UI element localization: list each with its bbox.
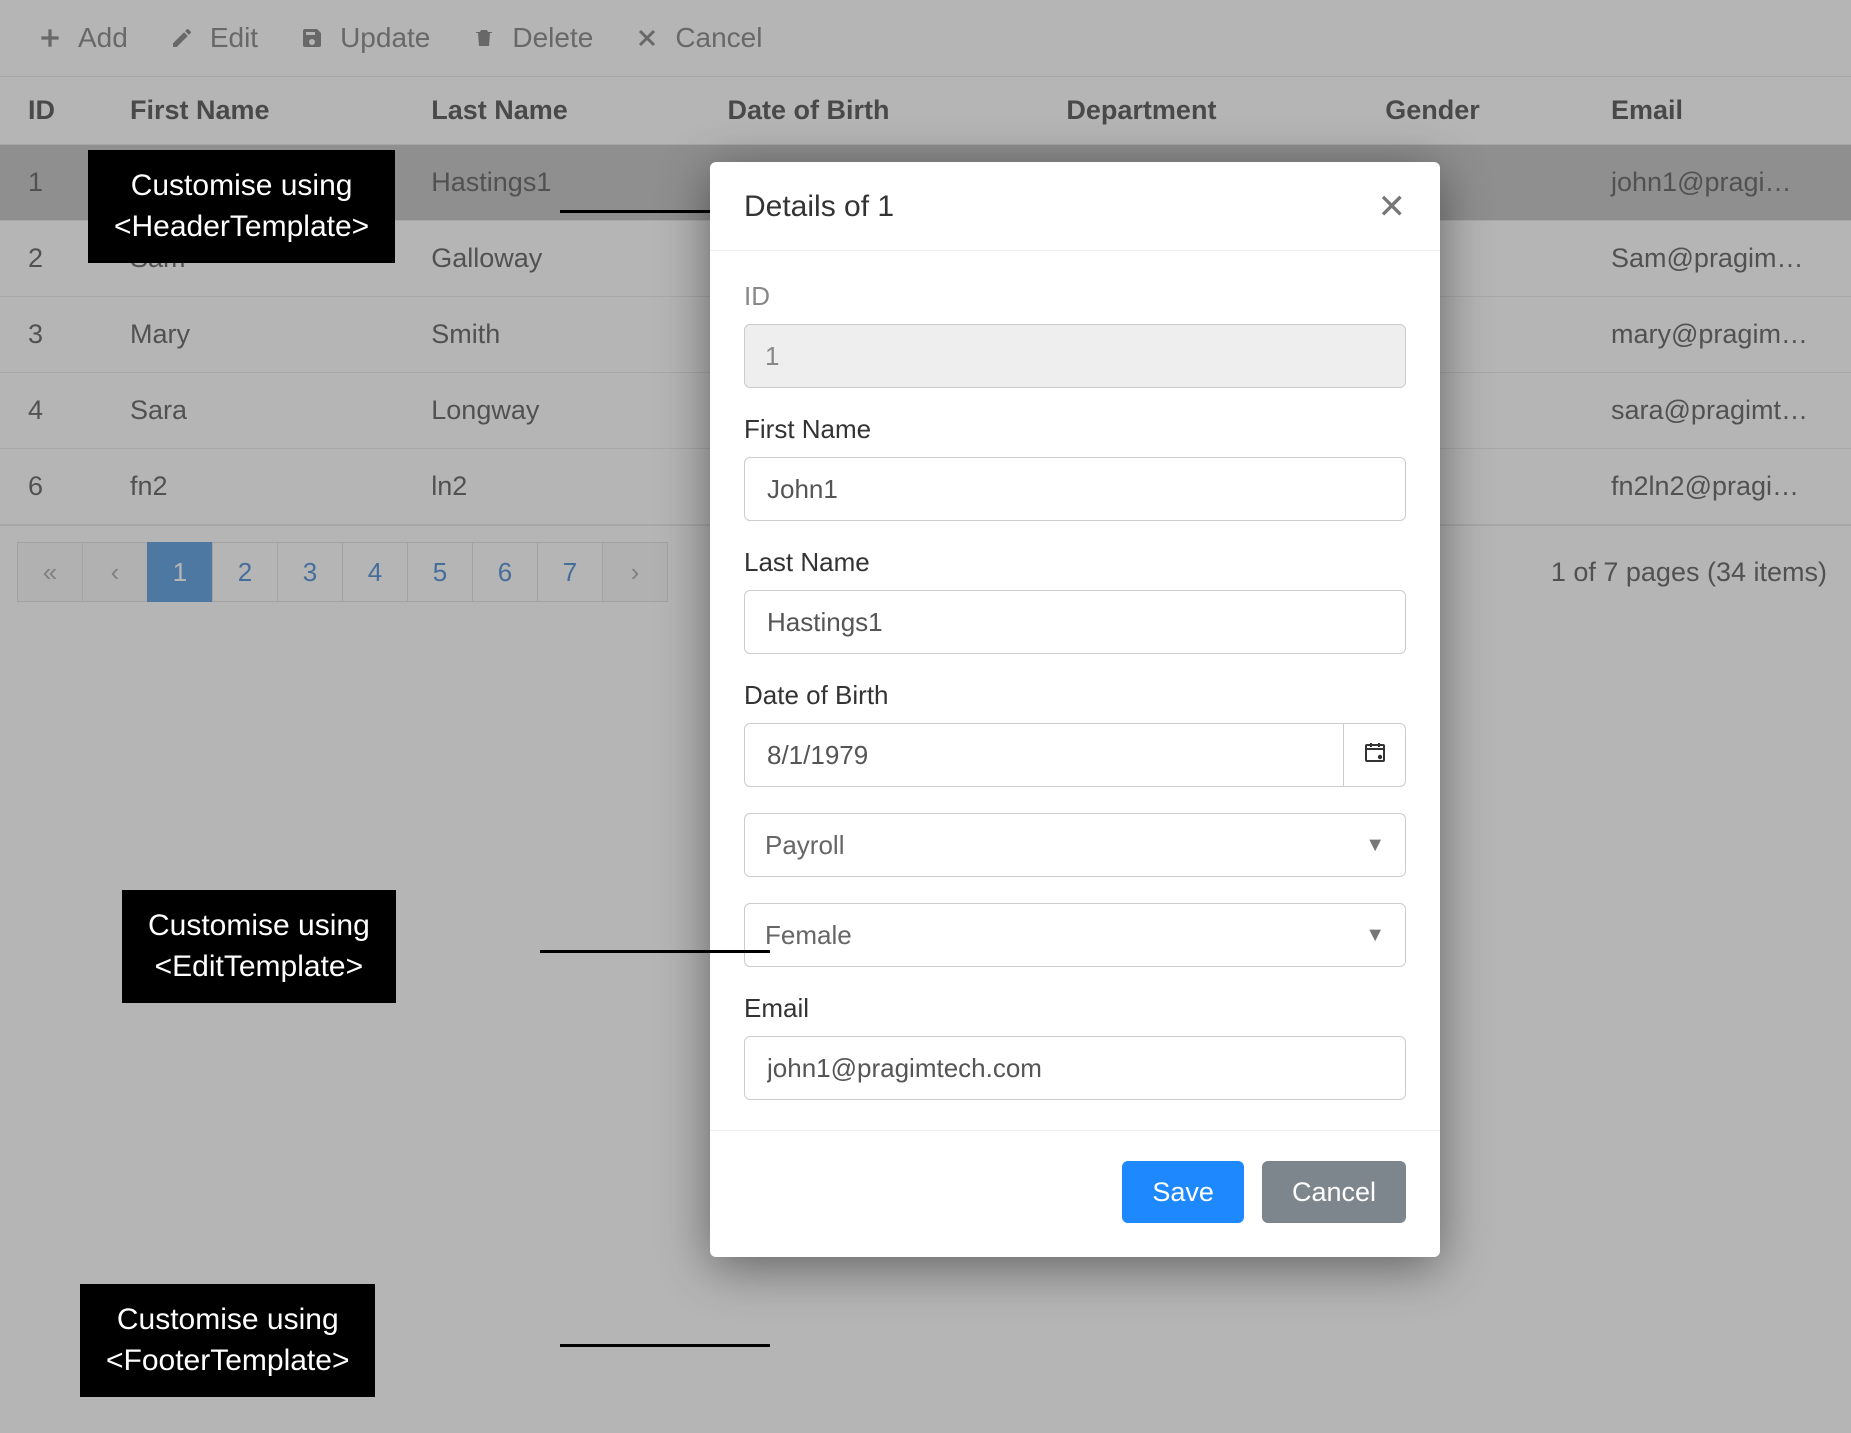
toolbar: Add Edit Update Delete Cancel [0, 0, 1851, 77]
annotation-header: Customise using <HeaderTemplate> [88, 150, 395, 263]
select-department[interactable]: Payroll ▼ [744, 813, 1406, 877]
input-email[interactable] [744, 1036, 1406, 1100]
header-row: ID First Name Last Name Date of Birth De… [0, 77, 1851, 145]
col-firstname[interactable]: First Name [110, 77, 411, 145]
dialog-body: ID 1 First Name Last Name Date of Birth … [710, 251, 1440, 1131]
dialog-header: Details of 1 ✕ [710, 162, 1440, 251]
x-icon [633, 24, 661, 52]
label-dob: Date of Birth [744, 680, 1406, 711]
input-id: 1 [744, 324, 1406, 388]
annotation-footer: Customise using <FooterTemplate> [80, 1284, 375, 1397]
chevron-down-icon: ▼ [1365, 834, 1385, 857]
cell-last: Smith [411, 297, 707, 373]
pencil-icon [168, 24, 196, 52]
dialog-footer: Save Cancel [710, 1131, 1440, 1257]
annotation-header-line [560, 210, 710, 213]
add-label: Add [78, 22, 128, 54]
cell-id: 3 [0, 297, 110, 373]
calendar-button[interactable] [1344, 723, 1406, 787]
label-email: Email [744, 993, 1406, 1024]
cell-email: Sam@pragim… [1591, 221, 1851, 297]
cancel-button[interactable]: Cancel [633, 22, 762, 54]
field-email: Email [744, 993, 1406, 1100]
annotation-edit: Customise using <EditTemplate> [122, 890, 396, 1003]
pager-page-4[interactable]: 4 [342, 542, 408, 602]
select-gender[interactable]: Female ▼ [744, 903, 1406, 967]
cell-first: Mary [110, 297, 411, 373]
cell-id: 4 [0, 373, 110, 449]
pager: « ‹ 1234567 › [18, 542, 668, 602]
annotation-footer-line [560, 1344, 770, 1347]
label-id: ID [744, 281, 1406, 312]
cancel-label: Cancel [675, 22, 762, 54]
field-dob: Date of Birth [744, 680, 1406, 787]
calendar-icon [1363, 740, 1387, 771]
col-department[interactable]: Department [1046, 77, 1365, 145]
cell-first: fn2 [110, 449, 411, 525]
field-id: ID 1 [744, 281, 1406, 388]
cell-email: john1@pragi… [1591, 145, 1851, 221]
pager-page-5[interactable]: 5 [407, 542, 473, 602]
trash-icon [470, 24, 498, 52]
pager-page-7[interactable]: 7 [537, 542, 603, 602]
save-icon [298, 24, 326, 52]
pager-first[interactable]: « [17, 542, 83, 602]
pager-page-2[interactable]: 2 [212, 542, 278, 602]
field-department: Payroll ▼ [744, 813, 1406, 877]
pager-next[interactable]: › [602, 542, 668, 602]
cell-last: Longway [411, 373, 707, 449]
close-icon[interactable]: ✕ [1378, 190, 1407, 224]
field-gender: Female ▼ [744, 903, 1406, 967]
edit-label: Edit [210, 22, 258, 54]
cell-email: fn2ln2@pragi… [1591, 449, 1851, 525]
update-button[interactable]: Update [298, 22, 430, 54]
cell-last: ln2 [411, 449, 707, 525]
cell-email: sara@pragimt… [1591, 373, 1851, 449]
col-dob[interactable]: Date of Birth [708, 77, 1047, 145]
pager-page-3[interactable]: 3 [277, 542, 343, 602]
field-lastname: Last Name [744, 547, 1406, 654]
update-label: Update [340, 22, 430, 54]
input-firstname[interactable] [744, 457, 1406, 521]
dialog-title: Details of 1 [744, 190, 894, 224]
col-gender[interactable]: Gender [1365, 77, 1591, 145]
col-id[interactable]: ID [0, 77, 110, 145]
cell-first: Sara [110, 373, 411, 449]
pager-page-6[interactable]: 6 [472, 542, 538, 602]
save-button[interactable]: Save [1122, 1161, 1244, 1223]
delete-label: Delete [512, 22, 593, 54]
add-button[interactable]: Add [36, 22, 128, 54]
annotation-edit-line [540, 950, 770, 953]
cell-last: Galloway [411, 221, 707, 297]
label-firstname: First Name [744, 414, 1406, 445]
label-lastname: Last Name [744, 547, 1406, 578]
cancel-dialog-button[interactable]: Cancel [1262, 1161, 1406, 1223]
input-lastname[interactable] [744, 590, 1406, 654]
cell-email: mary@pragim… [1591, 297, 1851, 373]
field-firstname: First Name [744, 414, 1406, 521]
pager-prev[interactable]: ‹ [82, 542, 148, 602]
pager-info: 1 of 7 pages (34 items) [1551, 557, 1833, 588]
chevron-down-icon: ▼ [1365, 924, 1385, 947]
input-dob[interactable] [744, 723, 1344, 787]
col-email[interactable]: Email [1591, 77, 1851, 145]
delete-button[interactable]: Delete [470, 22, 593, 54]
cell-id: 6 [0, 449, 110, 525]
col-lastname[interactable]: Last Name [411, 77, 707, 145]
edit-button[interactable]: Edit [168, 22, 258, 54]
plus-icon [36, 24, 64, 52]
pager-page-1[interactable]: 1 [147, 542, 213, 602]
edit-dialog: Details of 1 ✕ ID 1 First Name Last Name… [710, 162, 1440, 1257]
